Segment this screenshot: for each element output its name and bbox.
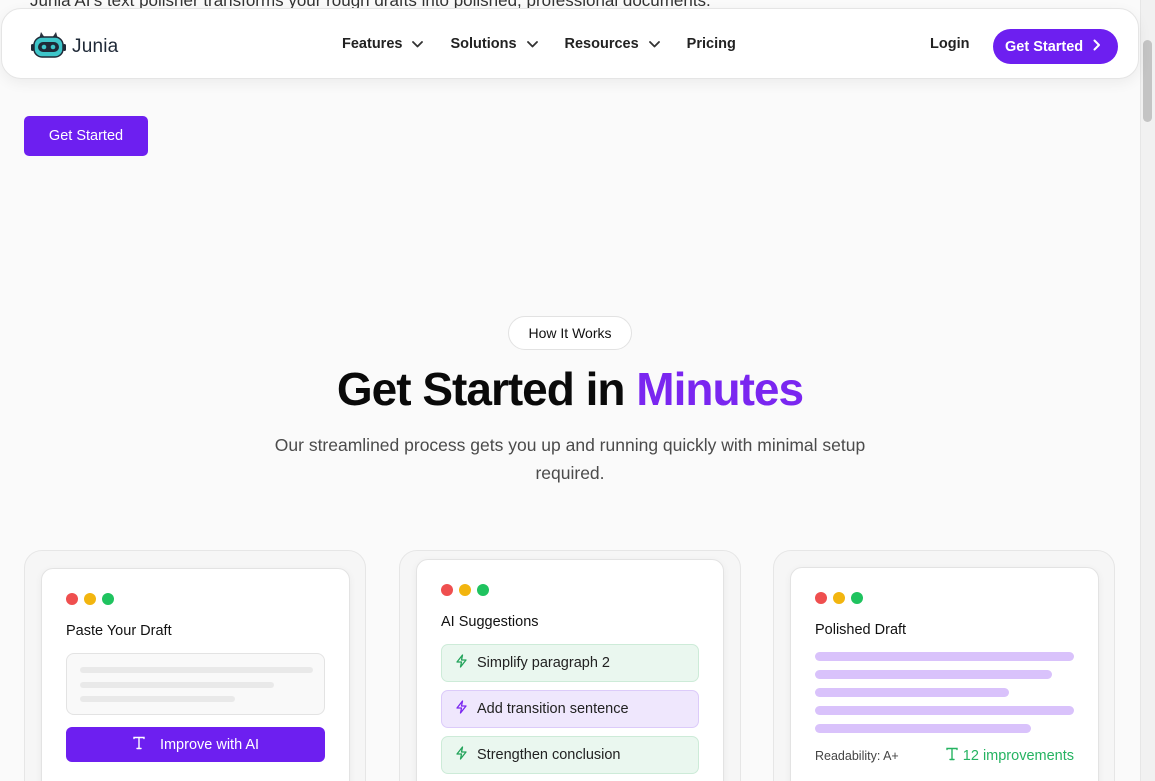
- placeholder-line: [80, 682, 274, 688]
- polished-text-line: [815, 670, 1052, 679]
- window-dot-yellow: [459, 584, 471, 596]
- step-card-suggestions: AI Suggestions Simplify paragraph 2 Add …: [399, 550, 741, 781]
- window-dot-green: [477, 584, 489, 596]
- polished-text-line: [815, 706, 1074, 715]
- window-dot-yellow: [84, 593, 96, 605]
- text-type-icon: [132, 736, 146, 754]
- nav-solutions[interactable]: Solutions: [450, 36, 538, 52]
- chevron-down-icon: [648, 40, 660, 48]
- window-dot-red: [815, 592, 827, 604]
- chevron-down-icon: [526, 40, 538, 48]
- polished-text-line: [815, 688, 1009, 697]
- suggestion-item[interactable]: Strengthen conclusion: [441, 736, 699, 774]
- improve-with-ai-label: Improve with AI: [159, 736, 260, 753]
- window-dot-green: [851, 592, 863, 604]
- improvements-label: 12 improvements: [962, 748, 1074, 764]
- nav-resources-label: Resources: [564, 36, 639, 52]
- section-subtext: Our streamlined process gets you up and …: [274, 435, 866, 483]
- logo[interactable]: Junia: [31, 30, 118, 63]
- window-controls: [815, 592, 863, 604]
- suggestions-window: AI Suggestions Simplify paragraph 2 Add …: [416, 559, 724, 781]
- draft-input[interactable]: [66, 653, 325, 715]
- section-heading: Get Started in Minutes: [0, 362, 1140, 416]
- heading-accent: Minutes: [636, 363, 804, 415]
- text-type-icon: [945, 747, 959, 765]
- suggestion-item[interactable]: Add transition sentence: [441, 690, 699, 728]
- how-it-works-pill: How It Works: [508, 316, 632, 350]
- window-dot-yellow: [833, 592, 845, 604]
- card-title: Paste Your Draft: [66, 623, 172, 639]
- nav-resources[interactable]: Resources: [565, 36, 660, 52]
- polished-text-line: [815, 652, 1074, 661]
- nav-get-started-button[interactable]: Get Started: [993, 29, 1118, 64]
- placeholder-line: [80, 696, 235, 702]
- nav-get-started-label: Get Started: [1005, 38, 1084, 55]
- card-title: Polished Draft: [815, 622, 907, 638]
- top-navbar: Junia Features Solutions Resources Prici…: [1, 8, 1139, 79]
- lightning-bolt-icon: [455, 654, 468, 672]
- login-link[interactable]: Login: [930, 36, 969, 52]
- polished-window: Polished Draft Readability: A+ 12 improv…: [790, 567, 1099, 781]
- logo-text: Junia: [72, 35, 119, 57]
- suggestion-label: Simplify paragraph 2: [477, 655, 610, 671]
- step-card-polished: Polished Draft Readability: A+ 12 improv…: [773, 550, 1115, 781]
- suggestion-label: Add transition sentence: [477, 701, 629, 717]
- window-dot-green: [102, 593, 114, 605]
- nav-pricing-label: Pricing: [686, 36, 736, 52]
- window-dot-red: [441, 584, 453, 596]
- nav-features[interactable]: Features: [342, 36, 424, 52]
- step-card-paste: Paste Your Draft Improve with AI: [24, 550, 366, 781]
- suggestion-label: Strengthen conclusion: [477, 747, 621, 763]
- scrollbar-thumb[interactable]: [1143, 40, 1152, 122]
- heading-main: Get Started in: [336, 363, 626, 415]
- window-controls: [441, 584, 489, 596]
- chevron-right-icon: [1093, 39, 1101, 55]
- paste-window: Paste Your Draft Improve with AI: [41, 568, 350, 781]
- improve-with-ai-button[interactable]: Improve with AI: [66, 727, 325, 762]
- hero-get-started-button[interactable]: Get Started: [24, 116, 148, 156]
- readability-score: Readability: A+: [815, 749, 899, 763]
- card-title: AI Suggestions: [441, 614, 539, 630]
- improvements-count: 12 improvements: [945, 747, 1074, 765]
- window-controls: [66, 593, 114, 605]
- window-dot-red: [66, 593, 78, 605]
- nav-pricing[interactable]: Pricing: [687, 36, 736, 52]
- chevron-down-icon: [412, 40, 424, 48]
- nav-links: Features Solutions Resources Pricing: [342, 36, 763, 52]
- placeholder-line: [80, 667, 313, 673]
- suggestion-item[interactable]: Simplify paragraph 2: [441, 644, 699, 682]
- polished-text-line: [815, 724, 1031, 733]
- lightning-bolt-icon: [455, 700, 468, 718]
- nav-solutions-label: Solutions: [450, 36, 517, 52]
- nav-features-label: Features: [342, 36, 403, 52]
- lightning-bolt-icon: [455, 746, 468, 764]
- robot-cat-logo-icon: [31, 30, 66, 63]
